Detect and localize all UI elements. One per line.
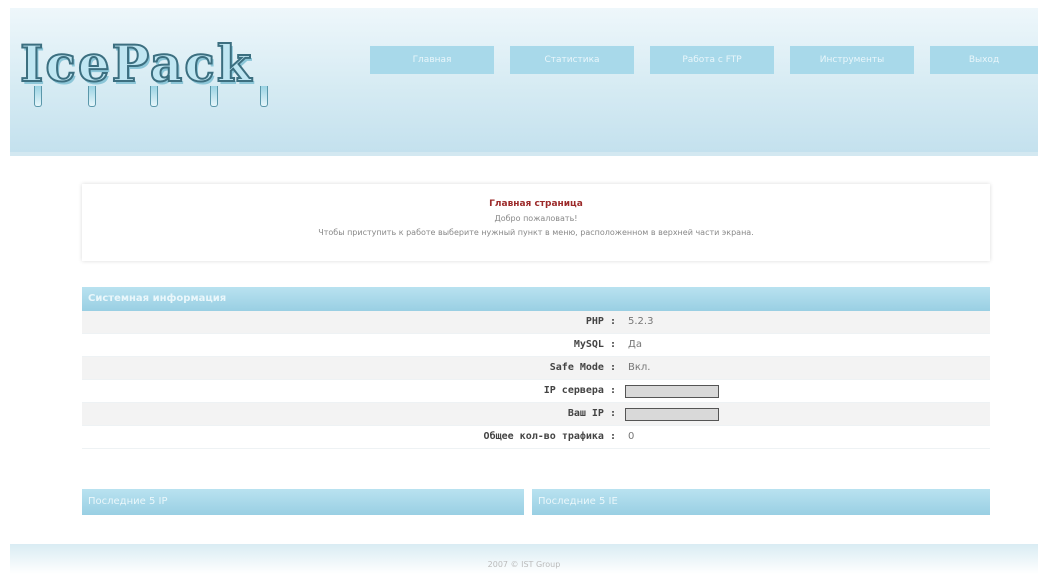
info-row-php: PHP : 5.2.3	[82, 311, 990, 334]
welcome-box: Главная страница Добро пожаловать! Чтобы…	[82, 184, 990, 261]
info-row-server-ip: IP сервера :	[82, 380, 990, 403]
nav-item-statistics[interactable]: Статистика	[510, 46, 634, 74]
info-label: Safe Mode :	[549, 362, 616, 373]
page-title: Главная страница	[489, 199, 583, 209]
icicle-decoration	[210, 86, 218, 107]
logo[interactable]: IcePack	[19, 33, 268, 114]
nav-item-tools[interactable]: Инструменты	[790, 46, 914, 74]
info-value: Вкл.	[628, 362, 651, 373]
nav-item-ftp[interactable]: Работа с FTP	[650, 46, 774, 74]
nav-item-logout[interactable]: Выход	[930, 46, 1038, 74]
stats-panels: Последние 5 IP Последние 5 IE	[82, 489, 990, 515]
info-label: Общее кол-во трафика :	[483, 431, 616, 442]
icicle-decoration	[150, 86, 158, 107]
logo-text: IcePack	[19, 33, 254, 94]
footer-copyright: 2007 © IST Group	[487, 560, 561, 569]
info-row-your-ip: Ваш IP :	[82, 403, 990, 426]
system-info-panel: Системная информация PHP : 5.2.3 MySQL :…	[82, 287, 990, 449]
footer: 2007 © IST Group	[10, 544, 1038, 574]
welcome-greeting: Добро пожаловать!	[494, 214, 578, 223]
info-label: PHP :	[585, 316, 616, 327]
info-value: Да	[628, 339, 642, 350]
icicle-decoration	[88, 86, 96, 107]
info-row-traffic: Общее кол-во трафика : 0	[82, 426, 990, 449]
info-label: Ваш IP :	[567, 408, 616, 419]
your-ip-box	[625, 408, 719, 421]
last-ie-header: Последние 5 IE	[532, 489, 990, 515]
info-value: 5.2.3	[628, 316, 654, 327]
welcome-instruction: Чтобы приступить к работе выберите нужны…	[318, 228, 754, 237]
header: IcePack Главная Статистика Работа с FTP …	[10, 8, 1038, 156]
info-label: IP сервера :	[543, 385, 616, 396]
icicle-decoration	[34, 86, 42, 107]
last-ip-header: Последние 5 IP	[82, 489, 524, 515]
system-info-header: Системная информация	[82, 287, 990, 311]
server-ip-box	[625, 385, 719, 398]
info-row-mysql: MySQL : Да	[82, 334, 990, 357]
info-value: 0	[628, 431, 635, 442]
icicle-decoration	[260, 86, 268, 107]
info-row-safe-mode: Safe Mode : Вкл.	[82, 357, 990, 380]
nav-item-home[interactable]: Главная	[370, 46, 494, 74]
info-label: MySQL :	[573, 339, 616, 350]
